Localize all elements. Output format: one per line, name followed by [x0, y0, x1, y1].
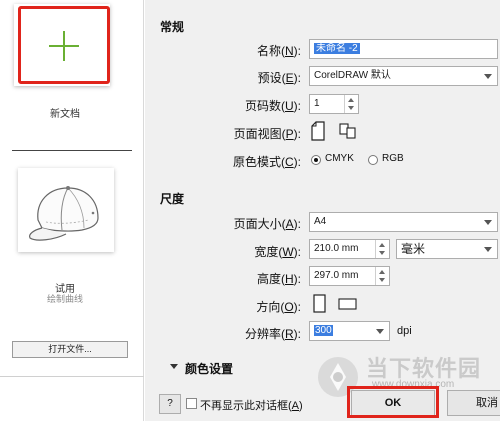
plus-icon-bar: [49, 45, 79, 47]
trial-sub-label: 绘制曲线: [46, 294, 83, 304]
width-label-key: W: [282, 245, 294, 259]
page-size-select[interactable]: A4: [309, 212, 498, 232]
name-input[interactable]: 未命名 -2: [309, 39, 498, 59]
color-mode-label-text: 原色模式(: [232, 155, 285, 169]
stepper-arrows-icon[interactable]: [375, 240, 389, 258]
resolution-unit: dpi: [397, 325, 412, 337]
height-label-key: H: [284, 272, 294, 286]
unit-select-value: 毫米: [401, 242, 426, 256]
section-general-title: 常规: [160, 20, 185, 34]
ok-button[interactable]: OK: [351, 390, 435, 416]
landscape-orientation-icon[interactable]: [338, 297, 358, 311]
radio-cmyk-label[interactable]: CMYK: [325, 153, 354, 164]
single-page-view-icon[interactable]: [309, 121, 327, 141]
color-settings-toggle[interactable]: 颜色设置: [185, 360, 233, 377]
chevron-down-icon: [484, 74, 492, 79]
unit-select[interactable]: 毫米: [396, 239, 498, 259]
preset-label-key: E: [285, 71, 294, 85]
dont-show-checkbox[interactable]: [186, 398, 197, 409]
page-size-label: 页面大小(A):: [233, 217, 301, 231]
page-view-label-key: P: [285, 127, 294, 141]
dont-show-label-key: A: [291, 400, 300, 412]
name-label-text: 名称(: [256, 44, 285, 58]
resolution-select-value: 300: [314, 325, 333, 336]
pane-divider: [0, 376, 144, 377]
page-view-label: 页面视图(P):: [233, 127, 301, 141]
radio-rgb[interactable]: [368, 155, 378, 165]
resolution-label: 分辨率(R):: [244, 327, 301, 341]
name-label: 名称(N):: [256, 44, 301, 58]
width-label-text: 宽度(: [254, 245, 283, 259]
pages-label-text: 页码数(: [244, 99, 285, 113]
orientation-label-text: 方向(: [256, 300, 285, 314]
chevron-down-icon: [376, 329, 384, 334]
height-label-text: 高度(: [256, 272, 285, 286]
help-button[interactable]: ?: [159, 394, 181, 414]
stepper-arrows-icon[interactable]: [375, 267, 389, 285]
pages-label: 页码数(U):: [244, 99, 301, 113]
name-label-key: N: [284, 44, 294, 58]
page-view-label-text: 页面视图(: [233, 127, 286, 141]
new-document-label[interactable]: 新文档: [0, 105, 130, 120]
pages-stepper[interactable]: 1: [309, 94, 359, 114]
height-stepper[interactable]: 297.0 mm: [309, 266, 390, 286]
width-label: 宽度(W):: [254, 245, 301, 259]
orientation-label: 方向(O):: [256, 300, 301, 314]
preset-select-value: CorelDRAW 默认: [314, 70, 391, 81]
page-size-select-value: A4: [314, 216, 327, 227]
page-size-label-key: A: [285, 217, 294, 231]
preset-label-text: 预设(: [257, 71, 286, 85]
preset-label: 预设(E):: [257, 71, 301, 85]
width-stepper-value: 210.0 mm: [314, 243, 359, 254]
orientation-label-key: O: [284, 300, 294, 314]
name-input-value: 未命名 -2: [314, 43, 360, 54]
resolution-label-key: R: [284, 327, 294, 341]
cap-icon: [29, 186, 99, 241]
height-stepper-value: 297.0 mm: [314, 270, 359, 281]
chevron-down-icon[interactable]: [170, 364, 178, 369]
cancel-button[interactable]: 取消: [447, 390, 500, 416]
chevron-down-icon: [484, 247, 492, 252]
stepper-arrows-icon[interactable]: [344, 95, 358, 113]
section-dimensions-title: 尺度: [160, 192, 185, 206]
radio-cmyk[interactable]: [311, 155, 321, 165]
width-stepper[interactable]: 210.0 mm: [309, 239, 390, 259]
portrait-orientation-icon[interactable]: [312, 294, 328, 314]
resolution-select[interactable]: 300: [309, 321, 390, 341]
divider: [12, 150, 132, 151]
multi-page-view-icon[interactable]: [338, 122, 358, 140]
page-size-label-text: 页面大小(: [233, 217, 286, 231]
watermark-url: www.downxia.com: [372, 379, 455, 390]
dont-show-label-text: 不再显示此对话框(: [200, 400, 292, 412]
color-mode-label-key: C: [284, 155, 294, 169]
height-label: 高度(H):: [256, 272, 301, 286]
pages-stepper-value: 1: [314, 98, 320, 109]
resolution-label-text: 分辨率(: [244, 327, 285, 341]
radio-rgb-label[interactable]: RGB: [382, 153, 404, 164]
dont-show-label[interactable]: 不再显示此对话框(A): [200, 397, 303, 413]
open-file-button[interactable]: 打开文件...: [12, 341, 128, 358]
preset-select[interactable]: CorelDRAW 默认: [309, 66, 498, 86]
chevron-down-icon: [484, 220, 492, 225]
color-mode-label: 原色模式(C):: [232, 155, 301, 169]
pages-label-key: U: [284, 99, 294, 113]
